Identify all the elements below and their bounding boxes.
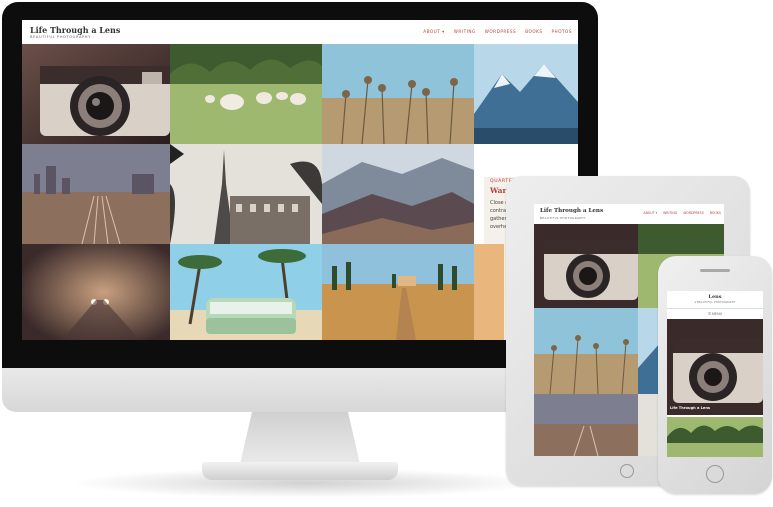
photo-tile-eiffel[interactable] (170, 144, 322, 244)
photo-tile-ridges[interactable] (322, 144, 474, 244)
camera-photo (534, 224, 638, 308)
phone-speaker (700, 269, 730, 272)
tablet-nav: ABOUT ▾ WRITING WORDPRESS BOOKS (643, 211, 721, 215)
tablet-photo-camera[interactable] (534, 224, 638, 308)
camera-photo (22, 44, 170, 144)
tablet-nav-about[interactable]: ABOUT ▾ (643, 211, 657, 215)
tablet-photo-flowers[interactable] (534, 308, 638, 394)
photo-tile-mountains[interactable] (474, 44, 578, 144)
tablet-nav-writing[interactable]: WRITING (663, 211, 677, 215)
palm-beach-van-photo (170, 244, 322, 340)
railway-tracks-photo (22, 144, 170, 244)
phone-photo-camera[interactable] (667, 319, 763, 415)
photo-tile-flowers[interactable] (322, 44, 474, 144)
sheep-meadow-photo (170, 44, 322, 144)
tablet-site-tagline: BEAUTIFUL PHOTOGRAPHY (540, 216, 586, 220)
nav-writing[interactable]: WRITING (454, 29, 476, 34)
railway-tracks-photo (534, 394, 638, 456)
nav-about[interactable]: ABOUT ▾ (423, 29, 445, 34)
eiffel-tower-photo (170, 144, 322, 244)
nav-wordpress[interactable]: WORDPRESS (485, 29, 516, 34)
site-tagline: BEAUTIFUL PHOTOGRAPHY (30, 35, 91, 39)
snowy-mountains-photo (474, 44, 578, 144)
camera-photo (667, 319, 763, 415)
photo-tile-camera[interactable] (22, 44, 170, 144)
dry-flowers-photo (534, 308, 638, 394)
sheep-meadow-photo (667, 417, 763, 457)
desktop-screen: Life Through a Lens BEAUTIFUL PHOTOGRAPH… (22, 20, 578, 340)
photo-tile-sheep[interactable] (170, 44, 322, 144)
nav-photos[interactable]: PHOTOS (552, 29, 572, 34)
phone-home-button[interactable] (706, 465, 724, 483)
tablet-nav-wordpress[interactable]: WORDPRESS (683, 211, 704, 215)
photo-tile-beach-van[interactable] (170, 244, 322, 340)
phone-photo-caption[interactable]: Life Through a Lens (670, 406, 710, 410)
phone-site-tagline: a BEAUTIFUL PHOTOGRAPHY (694, 301, 736, 304)
phone-screen: Lens a BEAUTIFUL PHOTOGRAPHY ☰ MENU Life… (667, 291, 763, 457)
foggy-road-photo (22, 244, 170, 340)
site-title[interactable]: Life Through a Lens (30, 25, 120, 35)
photo-tile-foggy-road[interactable] (22, 244, 170, 340)
mountain-ridges-photo (322, 144, 474, 244)
monitor-stand-foot (202, 462, 398, 480)
photo-tile-cypress[interactable] (322, 244, 474, 340)
nav-books[interactable]: BOOKS (525, 29, 542, 34)
site-header: Life Through a Lens BEAUTIFUL PHOTOGRAPH… (22, 20, 578, 44)
main-nav: ABOUT ▾ WRITING WORDPRESS BOOKS PHOTOS (423, 29, 572, 34)
photo-tile-railway[interactable] (22, 144, 170, 244)
tablet-photo-railway[interactable] (534, 394, 638, 456)
phone-photo-trees[interactable] (667, 417, 763, 457)
tuscan-cypress-road-photo (322, 244, 474, 340)
tablet-home-button[interactable] (620, 464, 634, 478)
tablet-site-title[interactable]: Life Through a Lens (540, 208, 603, 214)
dry-flowers-photo (322, 44, 474, 144)
monitor-stand-neck (240, 412, 360, 464)
phone-site-title[interactable]: Lens (667, 294, 763, 300)
tablet-nav-books[interactable]: BOOKS (710, 211, 721, 215)
